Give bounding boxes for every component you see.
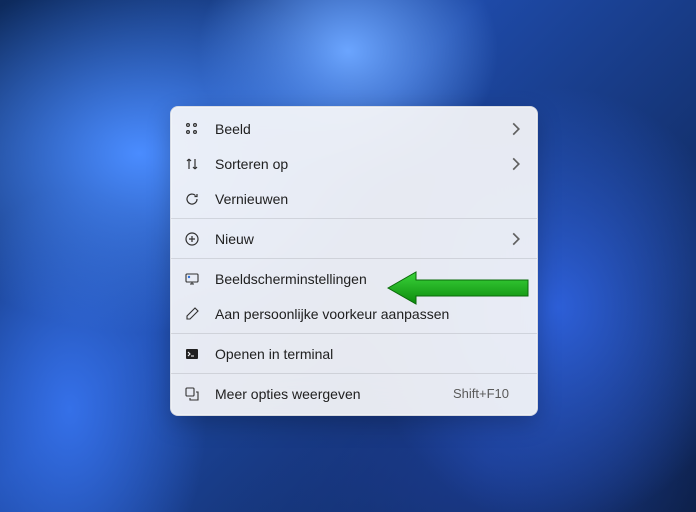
menu-item-more-options[interactable]: Meer opties weergeven Shift+F10 bbox=[171, 376, 537, 411]
menu-divider bbox=[171, 333, 537, 334]
menu-item-refresh[interactable]: Vernieuwen bbox=[171, 181, 537, 216]
menu-label: Aan persoonlijke voorkeur aanpassen bbox=[215, 306, 525, 322]
menu-divider bbox=[171, 258, 537, 259]
menu-label: Openen in terminal bbox=[215, 346, 525, 362]
chevron-right-icon bbox=[509, 122, 523, 136]
chevron-right-icon bbox=[509, 157, 523, 171]
personalize-icon bbox=[183, 305, 201, 323]
menu-item-terminal[interactable]: Openen in terminal bbox=[171, 336, 537, 371]
menu-item-display-settings[interactable]: Beeldscherminstellingen bbox=[171, 261, 537, 296]
menu-item-new[interactable]: Nieuw bbox=[171, 221, 537, 256]
menu-label: Sorteren op bbox=[215, 156, 525, 172]
menu-label: Beeldscherminstellingen bbox=[215, 271, 525, 287]
menu-shortcut: Shift+F10 bbox=[453, 386, 509, 401]
refresh-icon bbox=[183, 190, 201, 208]
menu-item-sort[interactable]: Sorteren op bbox=[171, 146, 537, 181]
menu-label: Beeld bbox=[215, 121, 525, 137]
menu-divider bbox=[171, 373, 537, 374]
menu-label: Nieuw bbox=[215, 231, 525, 247]
menu-item-view[interactable]: Beeld bbox=[171, 111, 537, 146]
desktop-context-menu: Beeld Sorteren op Vernieuwen bbox=[170, 106, 538, 416]
menu-divider bbox=[171, 218, 537, 219]
menu-label: Meer opties weergeven bbox=[215, 386, 453, 402]
terminal-icon bbox=[183, 345, 201, 363]
new-icon bbox=[183, 230, 201, 248]
menu-item-personalize[interactable]: Aan persoonlijke voorkeur aanpassen bbox=[171, 296, 537, 331]
display-settings-icon bbox=[183, 270, 201, 288]
chevron-right-icon bbox=[509, 232, 523, 246]
view-icon bbox=[183, 120, 201, 138]
sort-icon bbox=[183, 155, 201, 173]
menu-label: Vernieuwen bbox=[215, 191, 525, 207]
more-options-icon bbox=[183, 385, 201, 403]
